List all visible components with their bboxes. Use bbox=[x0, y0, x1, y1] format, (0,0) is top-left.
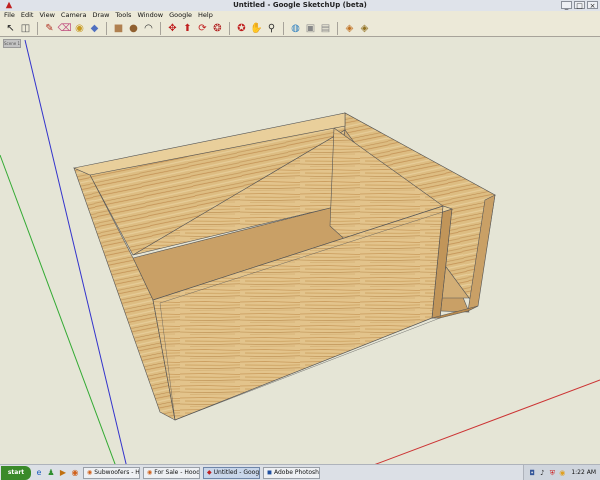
menu-edit[interactable]: Edit bbox=[21, 11, 34, 20]
taskbar-button[interactable]: ◉Subwoofers - Hood Co... bbox=[83, 466, 140, 479]
taskbar-button-label: Adobe Photoshop bbox=[273, 469, 319, 476]
toolbar-separator bbox=[229, 21, 230, 35]
clock: 1:22 AM bbox=[571, 469, 596, 476]
task-list: ◉Subwoofers - Hood Co...◉For Sale - Hood… bbox=[80, 466, 320, 479]
share-model-icon[interactable]: ◈ bbox=[358, 22, 371, 35]
firefox-icon[interactable]: ◉ bbox=[70, 468, 80, 478]
pan-icon[interactable]: ✋ bbox=[250, 22, 263, 35]
main-toolbar: ↖ ◫ ✎ ⌫ ◉ ◆ ■ ● ◠ ✥ ⬆ ⟳ ❂ ✪ ✋ ⚲ ◍ ▣ ▤ ◈ ◈ bbox=[0, 20, 600, 37]
toolbar-separator bbox=[106, 21, 107, 35]
minimize-button[interactable]: _ bbox=[561, 1, 572, 10]
paint-bucket-icon[interactable]: ◆ bbox=[88, 22, 101, 35]
wooden-box-model[interactable] bbox=[73, 112, 496, 421]
start-button[interactable]: start bbox=[1, 465, 31, 480]
orbit-icon[interactable]: ✪ bbox=[235, 22, 248, 35]
follow-me-icon[interactable]: ❂ bbox=[211, 22, 224, 35]
toolbar-separator bbox=[337, 21, 338, 35]
toolbar-separator bbox=[37, 21, 38, 35]
taskbar-button[interactable]: ◉For Sale - Hood County... bbox=[143, 466, 200, 479]
place-model-icon[interactable]: ▤ bbox=[319, 22, 332, 35]
window-title: Untitled - Google SketchUp (beta) bbox=[233, 1, 367, 9]
taskbar-button[interactable]: ◼Adobe Photoshop bbox=[263, 466, 320, 479]
push-pull-icon[interactable]: ⬆ bbox=[181, 22, 194, 35]
photoshop-icon: ◼ bbox=[267, 469, 272, 476]
model-viewport[interactable] bbox=[0, 37, 600, 464]
component-tool-icon[interactable]: ◫ bbox=[19, 22, 32, 35]
move-tool-icon[interactable]: ✥ bbox=[166, 22, 179, 35]
line-tool-icon[interactable]: ✎ bbox=[43, 22, 56, 35]
toolbar-separator bbox=[283, 21, 284, 35]
taskbar-button-label: Subwoofers - Hood Co... bbox=[94, 469, 140, 476]
menu-help[interactable]: Help bbox=[198, 11, 213, 20]
security-icon[interactable]: ⛨ bbox=[548, 469, 556, 477]
toolbar-separator bbox=[160, 21, 161, 35]
quick-launch: e ♟ ▶ ◉ bbox=[34, 468, 80, 478]
close-button[interactable]: × bbox=[587, 1, 598, 10]
menu-bar: File Edit View Camera Draw Tools Window Google H… bbox=[0, 11, 600, 20]
updates-icon[interactable]: ◉ bbox=[558, 469, 566, 477]
menu-draw[interactable]: Draw bbox=[92, 11, 109, 20]
tape-measure-icon[interactable]: ◉ bbox=[73, 22, 86, 35]
red-axis bbox=[374, 379, 600, 464]
menu-google[interactable]: Google bbox=[169, 11, 192, 20]
zoom-icon[interactable]: ⚲ bbox=[265, 22, 278, 35]
drawing-canvas[interactable]: Scene 1 bbox=[0, 37, 600, 464]
system-tray: ◘ ♪ ⛨ ◉ 1:22 AM bbox=[523, 465, 600, 480]
menu-view[interactable]: View bbox=[39, 11, 54, 20]
rectangle-tool-icon[interactable]: ■ bbox=[112, 22, 125, 35]
taskbar-button-label: For Sale - Hood County... bbox=[154, 469, 200, 476]
taskbar-button-label: Untitled - Google Sketc... bbox=[213, 469, 260, 476]
menu-tools[interactable]: Tools bbox=[115, 11, 131, 20]
menu-window[interactable]: Window bbox=[137, 11, 163, 20]
media-player-icon[interactable]: ▶ bbox=[58, 468, 68, 478]
menu-camera[interactable]: Camera bbox=[61, 11, 87, 20]
rotate-tool-icon[interactable]: ⟳ bbox=[196, 22, 209, 35]
get-current-view-icon[interactable]: ▣ bbox=[304, 22, 317, 35]
taskbar-button[interactable]: ◆Untitled - Google Sketc... bbox=[203, 466, 260, 479]
firefox-icon: ◉ bbox=[147, 469, 153, 476]
menu-file[interactable]: File bbox=[4, 11, 15, 20]
maximize-button[interactable]: □ bbox=[574, 1, 585, 10]
messenger-icon[interactable]: ♟ bbox=[46, 468, 56, 478]
get-models-icon[interactable]: ◈ bbox=[343, 22, 356, 35]
select-tool-icon[interactable]: ↖ bbox=[4, 22, 17, 35]
windows-taskbar: start e♟▶◉ ◉Subwoofers - Hood Co...◉For … bbox=[0, 464, 600, 480]
google-earth-icon[interactable]: ◍ bbox=[289, 22, 302, 35]
ie-icon[interactable]: e bbox=[34, 468, 44, 478]
network-icon[interactable]: ◘ bbox=[528, 469, 536, 477]
arc-tool-icon[interactable]: ◠ bbox=[142, 22, 155, 35]
eraser-tool-icon[interactable]: ⌫ bbox=[57, 22, 71, 35]
circle-tool-icon[interactable]: ● bbox=[127, 22, 140, 35]
sketchup-icon: ◆ bbox=[207, 469, 212, 476]
volume-icon[interactable]: ♪ bbox=[538, 469, 546, 477]
firefox-icon: ◉ bbox=[87, 469, 93, 476]
